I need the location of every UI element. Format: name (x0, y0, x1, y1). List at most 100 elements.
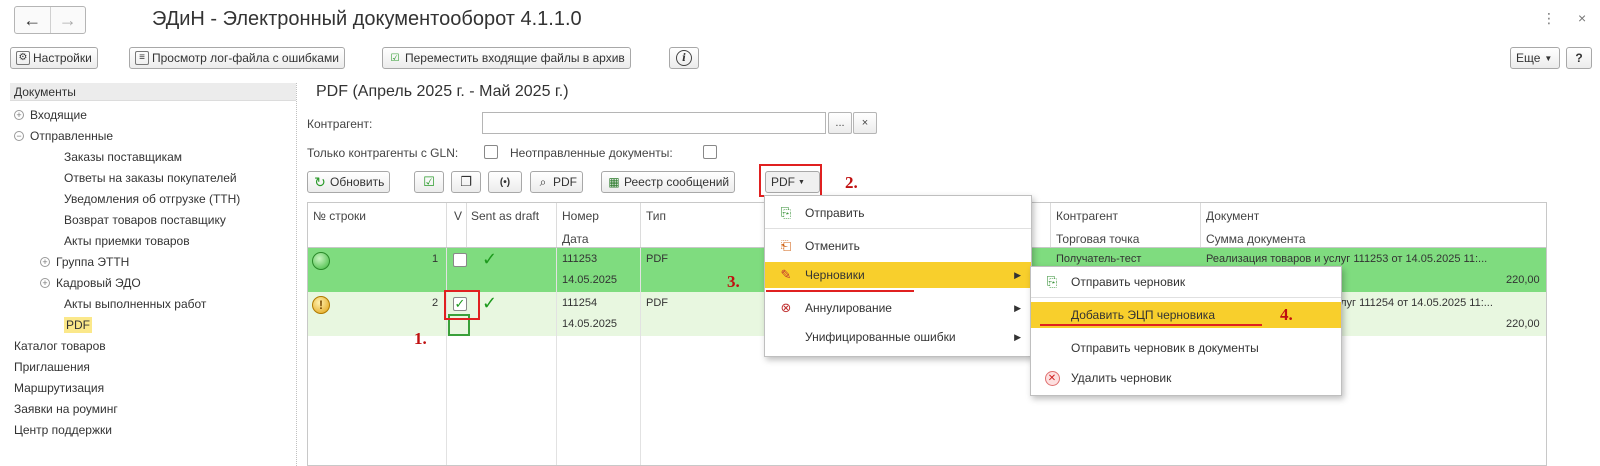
contractor-input[interactable] (482, 112, 826, 134)
help-button[interactable]: ? (1566, 47, 1592, 69)
menu-item-send-draft[interactable]: ⎘ Отправить черновик (1031, 269, 1341, 295)
expand-icon[interactable]: + (14, 110, 24, 120)
collapse-icon[interactable]: − (14, 131, 24, 141)
header-trade-point[interactable]: Торговая точка (1056, 232, 1139, 246)
tree-label: PDF (64, 317, 92, 333)
expand-icon[interactable]: + (40, 278, 50, 288)
contractor-clear-button[interactable]: × (853, 112, 877, 134)
tree-item-supplier-orders[interactable]: Заказы поставщикам (64, 147, 182, 167)
row-doc-type: PDF (646, 297, 668, 309)
status-warning-icon: ! (312, 296, 330, 314)
close-icon[interactable]: × (1578, 10, 1586, 26)
column-divider (640, 203, 641, 247)
header-document[interactable]: Документ (1206, 209, 1259, 223)
menu-label: Унифицированные ошибки (805, 330, 956, 344)
status-ok-icon (312, 252, 330, 270)
header-row-no[interactable]: № строки (313, 209, 366, 223)
more-vertical-icon[interactable]: ⋮ (1542, 10, 1556, 27)
menu-item-delete-draft[interactable]: ✕ Удалить черновик (1031, 365, 1341, 391)
tree-item-acceptance-acts[interactable]: Акты приемки товаров (64, 231, 190, 251)
draft-check-icon: ✓ (482, 293, 498, 313)
tree-item-roaming-requests[interactable]: Заявки на роуминг (14, 399, 118, 419)
title-bar: ← → ЭДиН - Электронный документооборот 4… (0, 0, 1600, 42)
pdf-preview-label: PDF (553, 175, 577, 189)
menu-item-drafts[interactable]: ✎ Черновики ▶ (765, 262, 1031, 288)
menu-item-send[interactable]: ⎘ Отправить (765, 200, 1031, 226)
tree-item-order-responses[interactable]: Ответы на заказы покупателей (64, 168, 237, 188)
annotation-step-4: 4. (1280, 305, 1293, 324)
registry-button[interactable]: ▦ Реестр сообщений (601, 171, 736, 193)
menu-label: Аннулирование (805, 301, 892, 315)
contractor-select-button[interactable]: ... (828, 112, 852, 134)
tree-item-shipment-notices[interactable]: Уведомления об отгрузке (ТТН) (64, 189, 240, 209)
check-all-button[interactable]: ☑ (414, 171, 444, 193)
tree-item-work-acts[interactable]: Акты выполненных работ (64, 294, 206, 314)
unsent-label: Неотправленные документы: (510, 146, 673, 160)
tree-label: Ответы на заказы покупателей (64, 171, 237, 185)
table-icon: ▦ (608, 175, 620, 189)
tree-item-catalog[interactable]: Каталог товаров (14, 336, 106, 356)
contractor-label: Контрагент: (307, 117, 373, 131)
annotation-box-checkbox (444, 290, 480, 320)
row-checkbox[interactable] (453, 253, 467, 267)
header-v[interactable]: V (454, 209, 462, 223)
blank-icon (775, 328, 797, 346)
menu-item-unified-errors[interactable]: Унифицированные ошибки ▶ (765, 324, 1031, 350)
expand-icon[interactable]: + (40, 257, 50, 267)
header-contractor[interactable]: Контрагент (1056, 209, 1118, 223)
tree-item-incoming[interactable]: + Входящие (14, 105, 87, 125)
tree-item-pdf[interactable]: PDF (64, 315, 92, 335)
unsent-checkbox[interactable] (703, 145, 717, 159)
gln-checkbox[interactable] (484, 145, 498, 159)
refresh-icon: ↻ (314, 173, 326, 190)
copy-button[interactable]: ❐ (451, 171, 481, 193)
tree-label: Маршрутизация (14, 381, 105, 395)
tree-item-hr-edo[interactable]: + Кадровый ЭДО (40, 273, 141, 293)
tree-item-invitations[interactable]: Приглашения (14, 357, 90, 377)
window-title: ЭДиН - Электронный документооборот 4.1.1… (152, 8, 582, 30)
view-log-button[interactable]: ≡ Просмотр лог-файла с ошибками (129, 47, 345, 69)
menu-item-send-draft-to-docs[interactable]: Отправить черновик в документы (1031, 335, 1341, 361)
column-divider (556, 203, 557, 247)
tree-label: Группа ЭТТН (56, 255, 130, 269)
info-button[interactable]: i (669, 47, 699, 69)
refresh-button[interactable]: ↻ Обновить (307, 171, 391, 193)
menu-separator (765, 228, 1031, 229)
tree-item-supplier-returns[interactable]: Возврат товаров поставщику (64, 210, 226, 230)
back-arrow-icon[interactable]: ← (15, 7, 50, 33)
tree-label: Акты приемки товаров (64, 234, 190, 248)
signal-button[interactable]: (•) (488, 171, 522, 193)
document-icon: ≡ (135, 51, 149, 65)
tree-item-ettn-group[interactable]: + Группа ЭТТН (40, 252, 129, 272)
more-button[interactable]: Еще ▼ (1510, 47, 1560, 69)
move-files-button[interactable]: ☑ Переместить входящие файлы в архив (382, 47, 631, 69)
send-icon: ⎘ (780, 205, 792, 220)
tree-label: Кадровый ЭДО (56, 276, 141, 290)
copy-icon: ❐ (460, 174, 472, 189)
forward-arrow-icon[interactable]: → (49, 7, 86, 33)
settings-button[interactable]: ⚙ Настройки (10, 47, 98, 69)
menu-item-annul[interactable]: ⊗ Аннулирование ▶ (765, 295, 1031, 321)
annotation-step-2: 2. (845, 173, 858, 192)
tree-item-sent[interactable]: − Отправленные (14, 126, 113, 146)
header-type[interactable]: Тип (646, 209, 666, 223)
pdf-preview-button[interactable]: ⌕ PDF (530, 171, 583, 193)
settings-icon: ⚙ (16, 51, 30, 65)
header-doc-sum[interactable]: Сумма документа (1206, 232, 1306, 246)
header-date[interactable]: Дата (562, 232, 589, 246)
menu-item-cancel[interactable]: ⎗ Отменить (765, 233, 1031, 259)
nav-buttons: ← → (14, 6, 86, 34)
row-sum: 220,00 (1506, 318, 1540, 330)
tree-item-support-center[interactable]: Центр поддержки (14, 420, 112, 440)
archive-check-icon: ☑ (390, 52, 400, 64)
tree-item-routing[interactable]: Маршрутизация (14, 378, 104, 398)
tree-label: Каталог товаров (14, 339, 106, 353)
column-divider (1200, 203, 1201, 247)
row-document: Реализация товаров и услуг 111253 от 14.… (1206, 253, 1488, 265)
header-sent-as-draft[interactable]: Sent as draft (471, 209, 539, 223)
annotation-step-3: 3. (727, 272, 740, 291)
header-number[interactable]: Номер (562, 209, 599, 223)
tree-label: Заявки на роуминг (14, 402, 118, 416)
row-sum: 220,00 (1506, 274, 1540, 286)
submenu-arrow-icon: ▶ (1014, 331, 1021, 342)
